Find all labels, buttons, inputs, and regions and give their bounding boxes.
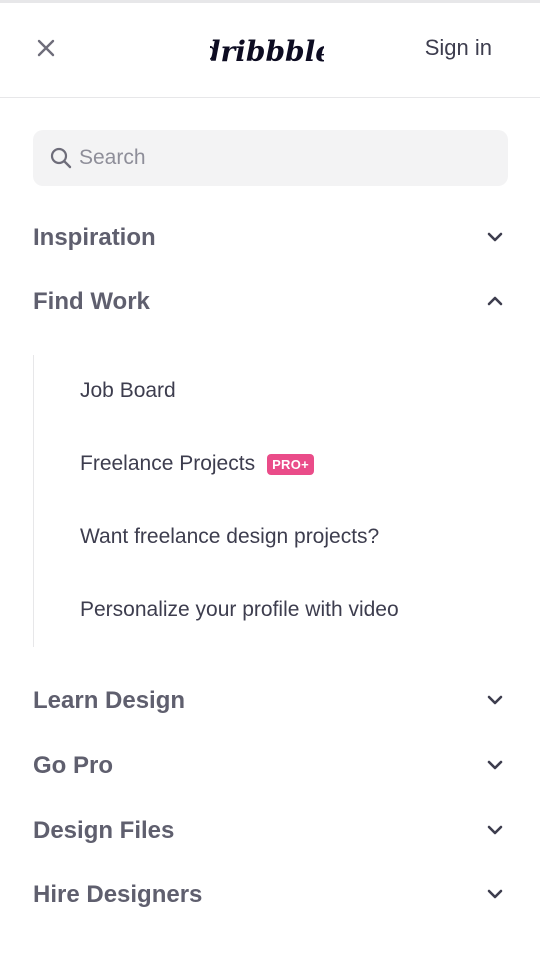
submenu-item-label: Freelance Projects [80,452,256,475]
nav-label: Go Pro [33,752,114,779]
sign-in-link[interactable]: Sign in [425,35,492,61]
search-input[interactable] [79,130,489,186]
submenu-item-personalize-profile-video[interactable]: Personalize your profile with video [80,598,399,622]
chevron-down-icon [487,825,503,835]
submenu-item-label: Personalize your profile with video [80,598,399,621]
close-button[interactable] [34,36,58,60]
submenu-item-job-board[interactable]: Job Board [80,379,176,403]
nav-item-hire-designers[interactable]: Hire Designers [33,875,508,915]
pro-plus-badge: PRO+ [267,453,315,475]
nav-item-find-work[interactable]: Find Work [33,282,508,322]
nav-label: Learn Design [33,687,186,714]
nav-label: Find Work [33,288,150,315]
search-box[interactable] [33,130,508,186]
header: dribbble Sign in [0,3,540,98]
search-icon [50,147,72,169]
nav-item-inspiration[interactable]: Inspiration [33,218,508,258]
mobile-menu-page: dribbble Sign in Inspiration Find Work J… [0,0,540,959]
submenu-item-freelance-projects[interactable]: Freelance Projects PRO+ [80,452,315,476]
nav-item-design-files[interactable]: Design Files [33,811,508,851]
find-work-submenu: Job Board Freelance Projects PRO+ Want f… [33,355,509,647]
nav-label: Hire Designers [33,881,203,908]
chevron-down-icon [487,760,503,770]
submenu-item-label: Want freelance design projects? [80,525,380,548]
nav-label: Design Files [33,817,175,844]
dribbble-logo[interactable]: dribbble [201,29,333,73]
nav-item-learn-design[interactable]: Learn Design [33,681,508,721]
chevron-down-icon [487,889,503,899]
svg-text:dribbble: dribbble [210,35,324,68]
submenu-item-label: Job Board [80,379,176,402]
close-icon [37,39,55,57]
nav-item-go-pro[interactable]: Go Pro [33,746,508,786]
dribbble-logo-mark: dribbble [201,35,333,68]
chevron-down-icon [487,695,503,705]
chevron-up-icon [487,296,503,306]
nav-label: Inspiration [33,224,156,251]
chevron-down-icon [487,232,503,242]
submenu-item-freelance-design-projects[interactable]: Want freelance design projects? [80,525,379,549]
